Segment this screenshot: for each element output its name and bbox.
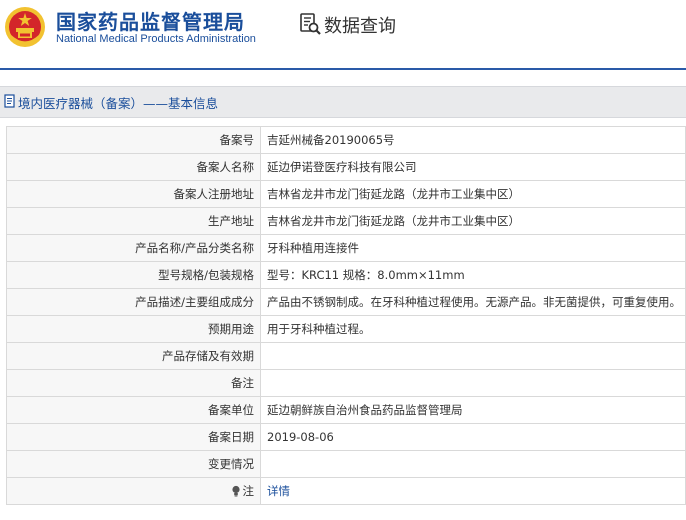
header-divider bbox=[0, 68, 686, 70]
row-label: 备案单位 bbox=[6, 396, 261, 424]
row-label: 产品存储及有效期 bbox=[6, 342, 261, 370]
row-value bbox=[260, 450, 686, 478]
row-value: 2019-08-06 bbox=[260, 423, 686, 451]
table-row: 注 详情 bbox=[6, 477, 686, 505]
row-label: 型号规格/包装规格 bbox=[6, 261, 261, 289]
row-label: 生产地址 bbox=[6, 207, 261, 235]
table-row: 备案人名称 延边伊诺登医疗科技有限公司 bbox=[6, 153, 686, 181]
table-row: 产品存储及有效期 bbox=[6, 342, 686, 370]
row-label: 注 bbox=[6, 477, 261, 505]
row-label: 备案日期 bbox=[6, 423, 261, 451]
breadcrumb-text: 境内医疗器械（备案）——基本信息 bbox=[18, 96, 219, 111]
row-value: 牙科种植用连接件 bbox=[260, 234, 686, 262]
row-label: 备案号 bbox=[6, 126, 261, 154]
table-row: 型号规格/包装规格 型号：KRC11 规格：8.0mm×11mm bbox=[6, 261, 686, 289]
row-label: 备注 bbox=[6, 369, 261, 397]
row-label: 备案人名称 bbox=[6, 153, 261, 181]
row-label: 产品名称/产品分类名称 bbox=[6, 234, 261, 262]
lightbulb-icon bbox=[231, 485, 240, 496]
table-row: 产品描述/主要组成成分 产品由不锈钢制成。在牙科种植过程使用。无源产品。非无菌提供… bbox=[6, 288, 686, 316]
data-query-title: 数据查询 bbox=[324, 16, 396, 37]
row-value: 延边朝鲜族自治州食品药品监督管理局 bbox=[260, 396, 686, 424]
table-row: 预期用途 用于牙科种植过程。 bbox=[6, 315, 686, 343]
table-row: 变更情况 bbox=[6, 450, 686, 478]
document-icon bbox=[4, 94, 15, 108]
table-row: 生产地址 吉林省龙井市龙门街延龙路（龙井市工业集中区） bbox=[6, 207, 686, 235]
row-label: 变更情况 bbox=[6, 450, 261, 478]
table-row: 备案日期 2019-08-06 bbox=[6, 423, 686, 451]
row-value bbox=[260, 342, 686, 370]
note-label: 注 bbox=[242, 483, 255, 498]
row-value: 吉林省龙井市龙门街延龙路（龙井市工业集中区） bbox=[260, 207, 686, 235]
row-value: 型号：KRC11 规格：8.0mm×11mm bbox=[260, 261, 686, 289]
row-value: 吉延州械备20190065号 bbox=[260, 126, 686, 154]
site-title-en: National Medical Products Administration bbox=[56, 33, 256, 45]
table-row: 备注 bbox=[6, 369, 686, 397]
row-value: 延边伊诺登医疗科技有限公司 bbox=[260, 153, 686, 181]
row-value: 详情 bbox=[260, 477, 686, 505]
site-header: 国家药品监督管理局 National Medical Products Admi… bbox=[0, 0, 686, 68]
row-label: 备案人注册地址 bbox=[6, 180, 261, 208]
row-value bbox=[260, 369, 686, 397]
table-row: 备案人注册地址 吉林省龙井市龙门街延龙路（龙井市工业集中区） bbox=[6, 180, 686, 208]
table-row: 备案号 吉延州械备20190065号 bbox=[6, 126, 686, 154]
national-emblem-icon bbox=[5, 7, 45, 47]
breadcrumb: 境内医疗器械（备案）——基本信息 bbox=[0, 86, 686, 118]
record-details-table: 备案号 吉延州械备20190065号 备案人名称 延边伊诺登医疗科技有限公司 备案人注册… bbox=[6, 126, 686, 505]
row-label: 产品描述/主要组成成分 bbox=[6, 288, 261, 316]
table-row: 产品名称/产品分类名称 牙科种植用连接件 bbox=[6, 234, 686, 262]
row-value: 用于牙科种植过程。 bbox=[260, 315, 686, 343]
site-title-cn: 国家药品监督管理局 bbox=[56, 10, 245, 34]
details-link[interactable]: 详情 bbox=[267, 484, 290, 498]
row-value: 吉林省龙井市龙门街延龙路（龙井市工业集中区） bbox=[260, 180, 686, 208]
row-value: 产品由不锈钢制成。在牙科种植过程使用。无源产品。非无菌提供，可重复使用。 bbox=[260, 288, 686, 316]
table-row: 备案单位 延边朝鲜族自治州食品药品监督管理局 bbox=[6, 396, 686, 424]
data-query-icon bbox=[300, 13, 321, 35]
row-label: 预期用途 bbox=[6, 315, 261, 343]
